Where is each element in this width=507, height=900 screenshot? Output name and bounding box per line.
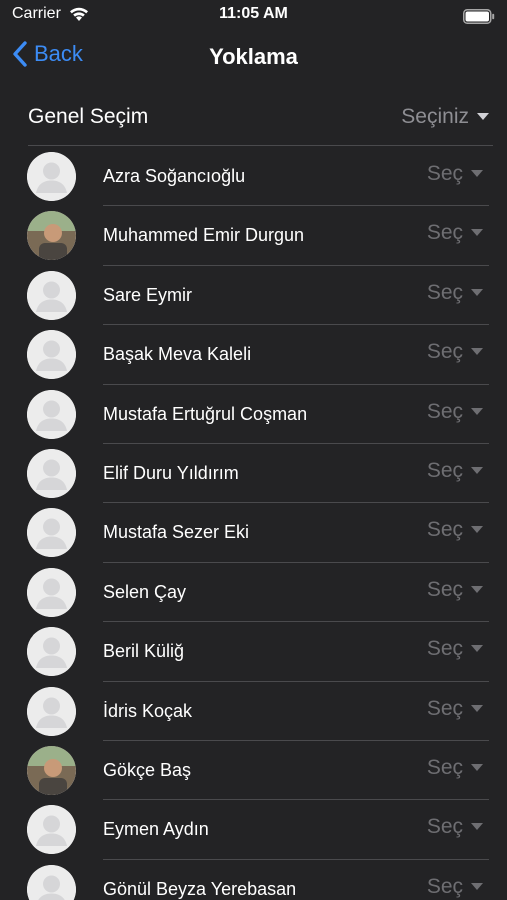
status-time: 11:05 AM (219, 5, 288, 22)
caret-down-icon (471, 229, 483, 237)
attendance-status-value: Seç (426, 874, 463, 898)
caret-down-icon (471, 882, 483, 890)
attendance-status-dropdown[interactable]: Seç (427, 221, 483, 245)
caret-down-icon (471, 526, 483, 534)
divider (28, 145, 493, 146)
attendance-status-value: Seç (426, 162, 463, 185)
attendance-status-dropdown[interactable]: Seç (427, 162, 483, 186)
student-row: Elif Duru Yıldırım Seç (0, 444, 507, 504)
caret-down-icon (477, 113, 489, 120)
student-row: Sare Eymir Seç (0, 266, 507, 326)
student-row: Mustafa Sezer Eki Seç (0, 503, 507, 563)
attendance-status-value: Seç (426, 815, 463, 839)
student-name: Muhammed Emir Durgun (103, 225, 305, 246)
student-row: Muhammed Emir Durgun Seç (0, 206, 507, 266)
avatar (27, 864, 76, 900)
caret-down-icon (471, 466, 483, 474)
attendance-status-dropdown[interactable]: Seç (427, 637, 483, 661)
student-name: Beril Küliğ (103, 641, 185, 662)
avatar (27, 389, 76, 439)
caret-down-icon (471, 585, 483, 593)
avatar (27, 686, 76, 736)
avatar (27, 448, 76, 498)
attendance-status-value: Seç (426, 280, 463, 304)
attendance-status-value: Seç (426, 458, 463, 482)
attendance-status-value: Seç (426, 696, 463, 720)
student-row: Selen Çay Seç (0, 563, 507, 623)
avatar (27, 805, 76, 855)
attendance-status-dropdown[interactable]: Seç (427, 756, 483, 780)
student-row: Azra Soğancıoğlu Seç (0, 147, 507, 207)
battery-icon (463, 9, 495, 24)
student-name: Sare Eymir (103, 284, 193, 305)
student-row: Eymen Aydın Seç (0, 800, 507, 860)
attendance-status-dropdown[interactable]: Seç (427, 875, 483, 899)
attendance-status-value: Seç (426, 399, 463, 423)
attendance-status-dropdown[interactable]: Seç (427, 578, 483, 602)
student-name: Elif Duru Yıldırım (103, 462, 239, 483)
student-row: Beril Küliğ Seç (0, 622, 507, 682)
student-row: İdris Koçak Seç (0, 682, 507, 741)
student-name: Azra Soğancıoğlu (103, 166, 246, 186)
caret-down-icon (471, 645, 483, 653)
avatar (27, 627, 76, 677)
student-row: Gökçe Baş Seç (0, 741, 507, 801)
attendance-status-dropdown[interactable]: Seç (427, 340, 483, 364)
student-row: Gönül Beyza Yerebasan Seç (0, 860, 507, 900)
avatar (27, 270, 76, 320)
attendance-status-dropdown[interactable]: Seç (427, 518, 483, 542)
avatar (27, 211, 76, 261)
student-name: İdris Koçak (103, 700, 193, 721)
student-name: Gökçe Baş (103, 759, 192, 780)
general-selection-label: Genel Seçim (28, 105, 149, 128)
attendance-status-value: Seç (426, 340, 463, 364)
attendance-status-dropdown[interactable]: Seç (427, 815, 483, 839)
general-selection-value: Seçiniz (401, 105, 469, 128)
avatar (27, 152, 76, 201)
student-name: Selen Çay (103, 581, 187, 602)
student-name: Mustafa Sezer Eki (103, 522, 250, 543)
status-bar: Carrier 11:05 AM (0, 0, 507, 32)
page-title: Yoklama (209, 44, 298, 69)
general-selection-row: Genel Seçim Seçiniz (0, 88, 507, 146)
student-name: Mustafa Ertuğrul Coşman (103, 403, 308, 424)
caret-down-icon (471, 704, 483, 712)
student-name: Gönül Beyza Yerebasan (103, 878, 297, 899)
attendance-status-dropdown[interactable]: Seç (427, 281, 483, 305)
attendance-status-value: Seç (426, 221, 463, 245)
student-name: Eymen Aydın (103, 819, 209, 840)
avatar (27, 567, 76, 617)
caret-down-icon (471, 823, 483, 831)
attendance-status-dropdown[interactable]: Seç (427, 697, 483, 721)
general-selection-dropdown[interactable]: Seçiniz (401, 105, 489, 129)
attendance-screen: Carrier 11:05 AM Back Yoklama Genel Seçi… (0, 0, 507, 900)
student-row: Başak Meva Kaleli Seç (0, 325, 507, 385)
caret-down-icon (471, 407, 483, 415)
student-name: Başak Meva Kaleli (103, 344, 252, 365)
student-list: Azra Soğancıoğlu Seç Muhammed Emir Durgun S… (0, 147, 507, 900)
avatar (27, 330, 76, 380)
caret-down-icon (471, 288, 483, 296)
attendance-status-value: Seç (426, 637, 463, 661)
caret-down-icon (471, 170, 483, 177)
avatar (27, 745, 76, 795)
attendance-status-value: Seç (426, 755, 463, 779)
attendance-status-value: Seç (426, 518, 463, 542)
caret-down-icon (471, 348, 483, 356)
attendance-status-dropdown[interactable]: Seç (427, 459, 483, 483)
navigation-bar: Back Yoklama (0, 32, 507, 86)
student-row: Mustafa Ertuğrul Coşman Seç (0, 385, 507, 444)
caret-down-icon (471, 763, 483, 771)
avatar (27, 508, 76, 558)
attendance-status-value: Seç (426, 577, 463, 601)
attendance-status-dropdown[interactable]: Seç (427, 400, 483, 424)
